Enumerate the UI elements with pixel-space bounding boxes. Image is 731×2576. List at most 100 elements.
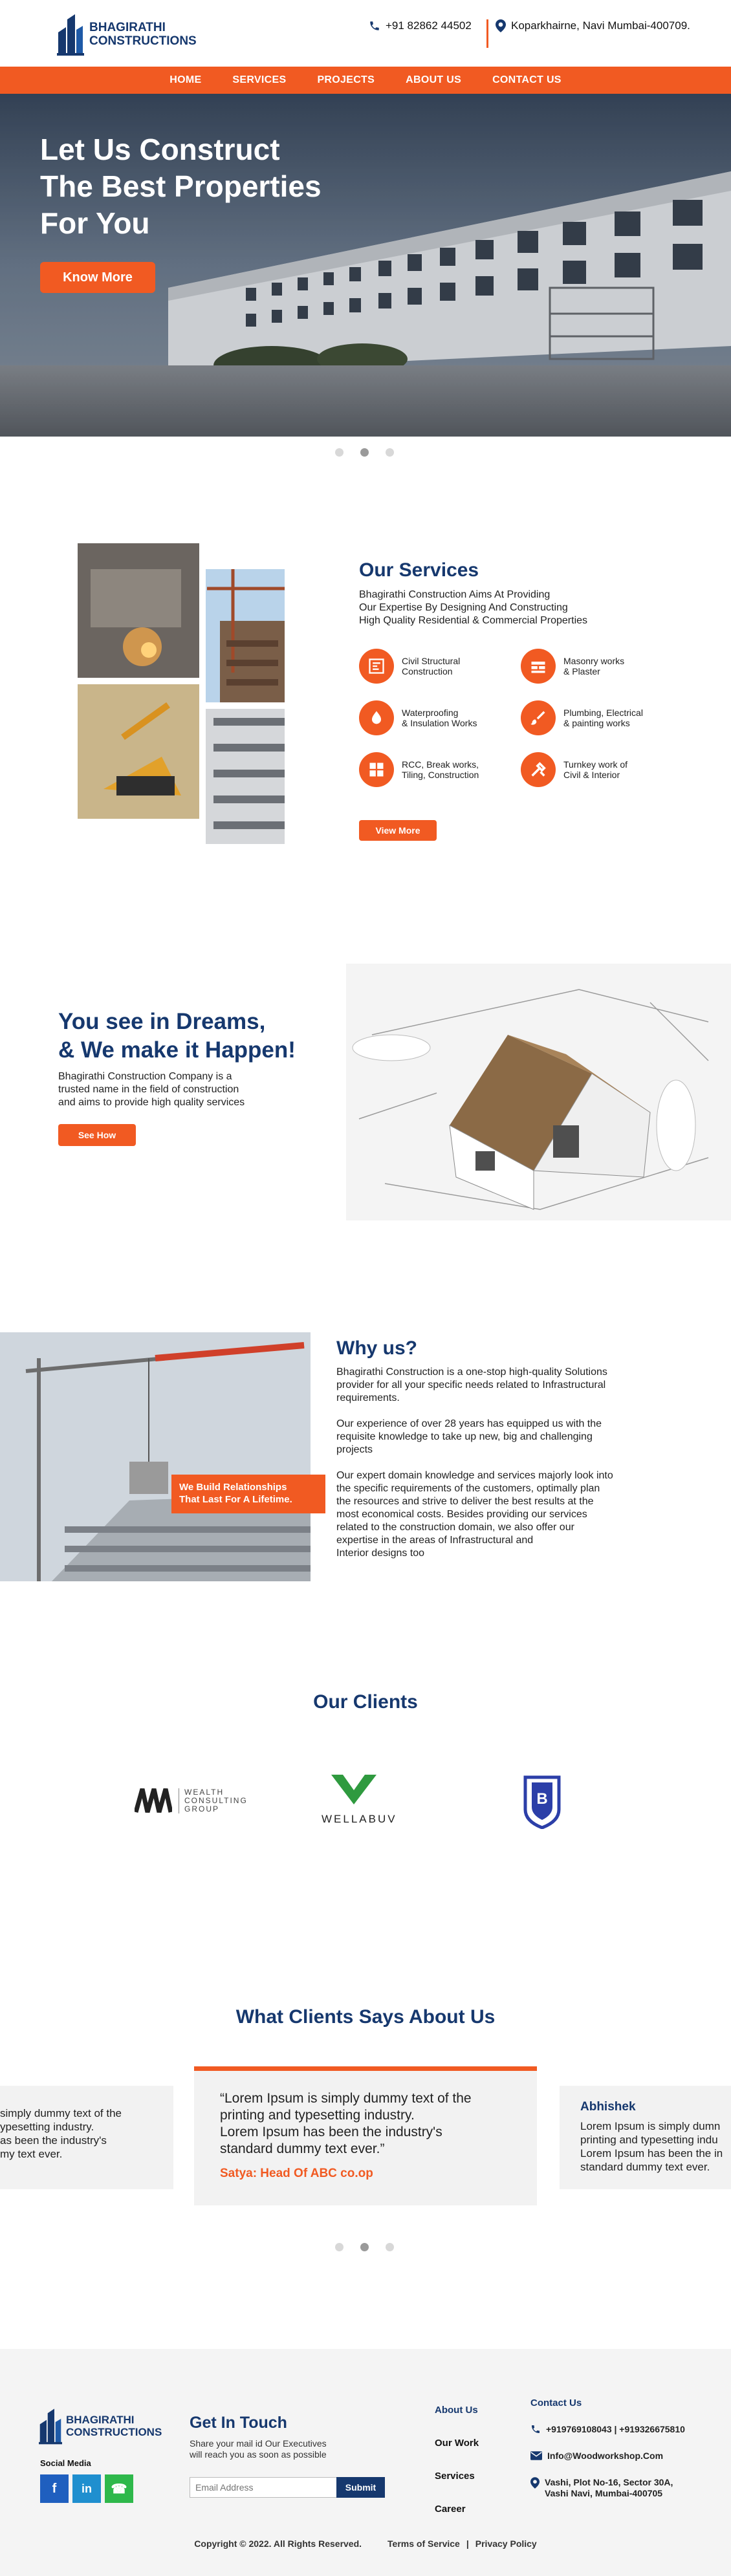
footer-address: Vashi, Plot No-16, Sector 30A, Vashi Nav… — [530, 2477, 673, 2499]
testimonial-quote-line: “Lorem Ipsum is simply dummy text of the — [220, 2091, 472, 2106]
footer-link-services[interactable]: Services — [435, 2471, 479, 2482]
testimonial-text-line: ypesetting industry. — [0, 2121, 94, 2133]
service-turnkey[interactable]: Turnkey work of Civil & Interior — [521, 752, 676, 787]
why-paragraph-2: Our experience of over 28 years has equi… — [336, 1418, 699, 1456]
header-location: Koparkhairne, Navi Mumbai-400709. — [496, 19, 690, 32]
testimonial-text-line: standard dummy text ever. — [580, 2161, 710, 2173]
header-phone[interactable]: +91 82862 44502 — [369, 19, 472, 32]
footer-link-career[interactable]: Career — [435, 2504, 479, 2515]
carousel-dot[interactable] — [386, 448, 394, 457]
service-label: Tiling, Construction — [402, 770, 479, 780]
brand-logo[interactable]: BHAGIRATHI CONSTRUCTIONS — [57, 13, 197, 56]
service-label: Civil Structural — [402, 656, 461, 666]
client-logo-wellabuv[interactable]: WELLABUV — [322, 1772, 397, 1826]
service-waterproofing[interactable]: Waterproofing & Insulation Works — [359, 700, 514, 735]
hero-title-line: Let Us Construct — [40, 133, 280, 166]
phone-number: +91 82862 44502 — [386, 19, 472, 32]
services-intro-line: Our Expertise By Designing And Construct… — [359, 602, 568, 613]
service-rcc-tiling[interactable]: RCC, Break works, Tiling, Construction — [359, 752, 514, 787]
brick-icon — [521, 649, 556, 684]
footer-brand-logo[interactable]: BHAGIRATHI CONSTRUCTIONS — [39, 2407, 162, 2445]
why-text-line: projects — [336, 1444, 373, 1455]
services-grid: Civil Structural Construction Masonry wor… — [359, 649, 676, 787]
footer-separator: | — [466, 2538, 469, 2549]
footer: BHAGIRATHI CONSTRUCTIONS Social Media f … — [0, 2349, 731, 2576]
service-masonry[interactable]: Masonry works & Plaster — [521, 649, 676, 684]
service-label: Masonry works — [563, 656, 625, 666]
testimonial-quote-line: standard dummy text ever.” — [220, 2141, 385, 2156]
social-links: f in ☎ — [40, 2474, 133, 2503]
house-sketch-image — [346, 964, 731, 1220]
nav-about-us[interactable]: ABOUT US — [406, 74, 461, 86]
services-intro-line: Bhagirathi Construction Aims At Providin… — [359, 589, 551, 600]
facebook-icon[interactable]: f — [40, 2474, 69, 2503]
hero-title-line: The Best Properties — [40, 169, 322, 203]
footer-phone-text: +919769108043 | +919326675810 — [546, 2424, 685, 2434]
carousel-dot[interactable] — [386, 2243, 394, 2251]
testimonial-author: Satya: Head Of ABC co.op — [220, 2167, 373, 2180]
know-more-button[interactable]: Know More — [40, 262, 155, 293]
carousel-dot[interactable] — [335, 2243, 344, 2251]
email-input[interactable] — [190, 2477, 338, 2498]
why-text-line: Our experience of over 28 years has equi… — [336, 1418, 602, 1429]
hero-title-line: For You — [40, 206, 150, 240]
footer-link-our-work[interactable]: Our Work — [435, 2438, 479, 2449]
service-label: Plumbing, Electrical — [563, 708, 643, 718]
services-intro-line: High Quality Residential & Commercial Pr… — [359, 615, 588, 626]
service-label: & Insulation Works — [402, 718, 477, 728]
client-name: WELLABUV — [322, 1813, 397, 1825]
client-logo-wealth[interactable]: WEALTH CONSULTING GROUP — [135, 1786, 248, 1815]
location-pin-icon — [530, 2477, 540, 2489]
view-more-button[interactable]: View More — [359, 820, 437, 841]
footer-brand-line1: BHAGIRATHI — [66, 2414, 135, 2426]
testimonial-quote-line: printing and typesetting industry. — [220, 2108, 415, 2123]
location-text: Koparkhairne, Navi Mumbai-400709. — [511, 19, 690, 32]
testimonial-carousel-dots — [335, 2243, 394, 2251]
service-label: & Plaster — [563, 666, 600, 676]
dreams-title-line: & We make it Happen! — [58, 1037, 296, 1063]
testimonial-card-left[interactable]: simply dummy text of the ypesetting indu… — [0, 2086, 173, 2189]
service-label: Turnkey work of — [563, 759, 628, 770]
why-text-line: most economical costs. Besides providing… — [336, 1509, 587, 1520]
dreams-text: Bhagirathi Construction Company is a tru… — [58, 1070, 245, 1109]
footer-phone[interactable]: +919769108043 | +919326675810 — [530, 2424, 685, 2434]
service-civil-structural[interactable]: Civil Structural Construction — [359, 649, 514, 684]
footer-link-about-us[interactable]: About Us — [435, 2405, 479, 2416]
get-in-touch-text: Share your mail id Our Executives will r… — [190, 2438, 327, 2460]
linkedin-icon[interactable]: in — [72, 2474, 101, 2503]
badge-line: That Last For A Lifetime. — [179, 1494, 292, 1505]
footer-email[interactable]: Info@Woodworkshop.Com — [530, 2451, 663, 2461]
tools-icon — [521, 752, 556, 787]
mail-icon — [530, 2451, 542, 2460]
nav-projects[interactable]: PROJECTS — [317, 74, 375, 86]
testimonial-card-right[interactable]: Abhishek Lorem Ipsum is simply dumn prin… — [560, 2086, 731, 2189]
whatsapp-icon[interactable]: ☎ — [105, 2474, 133, 2503]
testimonial-text-line: my text ever. — [0, 2148, 63, 2160]
carousel-dot-active[interactable] — [360, 2243, 369, 2251]
see-how-button[interactable]: See How — [58, 1124, 136, 1146]
service-label: & painting works — [563, 718, 630, 728]
privacy-link[interactable]: Privacy Policy — [475, 2538, 537, 2549]
phone-icon — [532, 2425, 540, 2433]
client-logo-b[interactable]: B — [523, 1773, 562, 1832]
dreams-text-line: and aims to provide high quality service… — [58, 1097, 245, 1108]
why-text-line: requirements. — [336, 1392, 400, 1403]
nav-services[interactable]: SERVICES — [232, 74, 286, 86]
service-label: RCC, Break works, — [402, 759, 479, 770]
wellabuv-logo-icon — [331, 1775, 376, 1804]
carousel-dot-active[interactable] — [360, 448, 369, 457]
carousel-dot[interactable] — [335, 448, 344, 457]
waterproof-icon — [359, 700, 394, 735]
phone-icon — [370, 21, 379, 30]
testimonial-card-center[interactable]: “Lorem Ipsum is simply dummy text of the… — [194, 2066, 537, 2205]
nav-contact-us[interactable]: CONTACT US — [492, 74, 562, 86]
service-plumbing-electrical[interactable]: Plumbing, Electrical & painting works — [521, 700, 676, 735]
submit-button[interactable]: Submit — [336, 2477, 385, 2498]
building-logo-icon — [39, 2408, 62, 2445]
terms-link[interactable]: Terms of Service — [387, 2538, 460, 2549]
tiles-icon — [359, 752, 394, 787]
touch-text-line: Share your mail id Our Executives — [190, 2438, 327, 2449]
nav-home[interactable]: HOME — [169, 74, 201, 86]
hero-carousel-dots — [335, 448, 394, 457]
top-header: BHAGIRATHI CONSTRUCTIONS +91 82862 44502… — [0, 0, 731, 67]
